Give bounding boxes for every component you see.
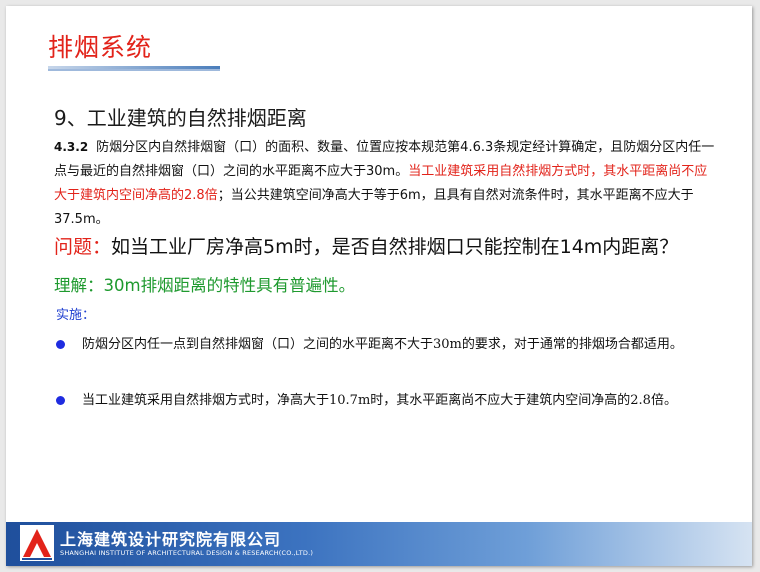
bullet-item: 防烟分区内任一点到自然排烟窗（口）之间的水平距离不大于30m的要求，对于通常的排…: [54, 332, 734, 358]
question-line: 问题：如当工业厂房净高5m时，是否自然排烟口只能控制在14m内距离？: [54, 232, 744, 259]
footer-bar: 上海建筑设计研究院有限公司 SHANGHAI INSTITUTE OF ARCH…: [6, 522, 752, 566]
company-logo-icon: [20, 525, 54, 561]
bullet-dot-icon: [56, 396, 65, 405]
section-heading: 9、工业建筑的自然排烟距离: [54, 106, 307, 130]
title-underline: [48, 66, 220, 71]
bullet-text: 防烟分区内任一点到自然排烟窗（口）之间的水平距离不大于30m的要求，对于通常的排…: [82, 337, 683, 352]
question-text: 如当工业厂房净高5m时，是否自然排烟口只能控制在14m内距离？: [111, 236, 679, 258]
understanding-line: 理解：30m排烟距离的特性具有普遍性。: [54, 276, 356, 295]
company-name-cn: 上海建筑设计研究院有限公司: [60, 530, 282, 549]
slide-title: 排烟系统: [48, 33, 153, 62]
slide: 排烟系统 9、工业建筑的自然排烟距离 4.3.2 防烟分区内自然排烟窗（口）的面积…: [6, 6, 752, 566]
clause-number: 4.3.2: [54, 140, 89, 154]
clause-paragraph: 4.3.2 防烟分区内自然排烟窗（口）的面积、数量、位置应按本规范第4.6.3条规…: [54, 135, 718, 232]
bullet-dot-icon: [56, 340, 65, 349]
implementation-label: 实施：: [56, 308, 96, 323]
bullet-text: 当工业建筑采用自然排烟方式时，净高大于10.7m时，其水平距离尚不应大于建筑内空…: [82, 393, 677, 408]
company-name-en: SHANGHAI INSTITUTE OF ARCHITECTURAL DESI…: [60, 549, 314, 557]
bullet-item: 当工业建筑采用自然排烟方式时，净高大于10.7m时，其水平距离尚不应大于建筑内空…: [54, 388, 734, 414]
question-label: 问题：: [54, 236, 112, 258]
